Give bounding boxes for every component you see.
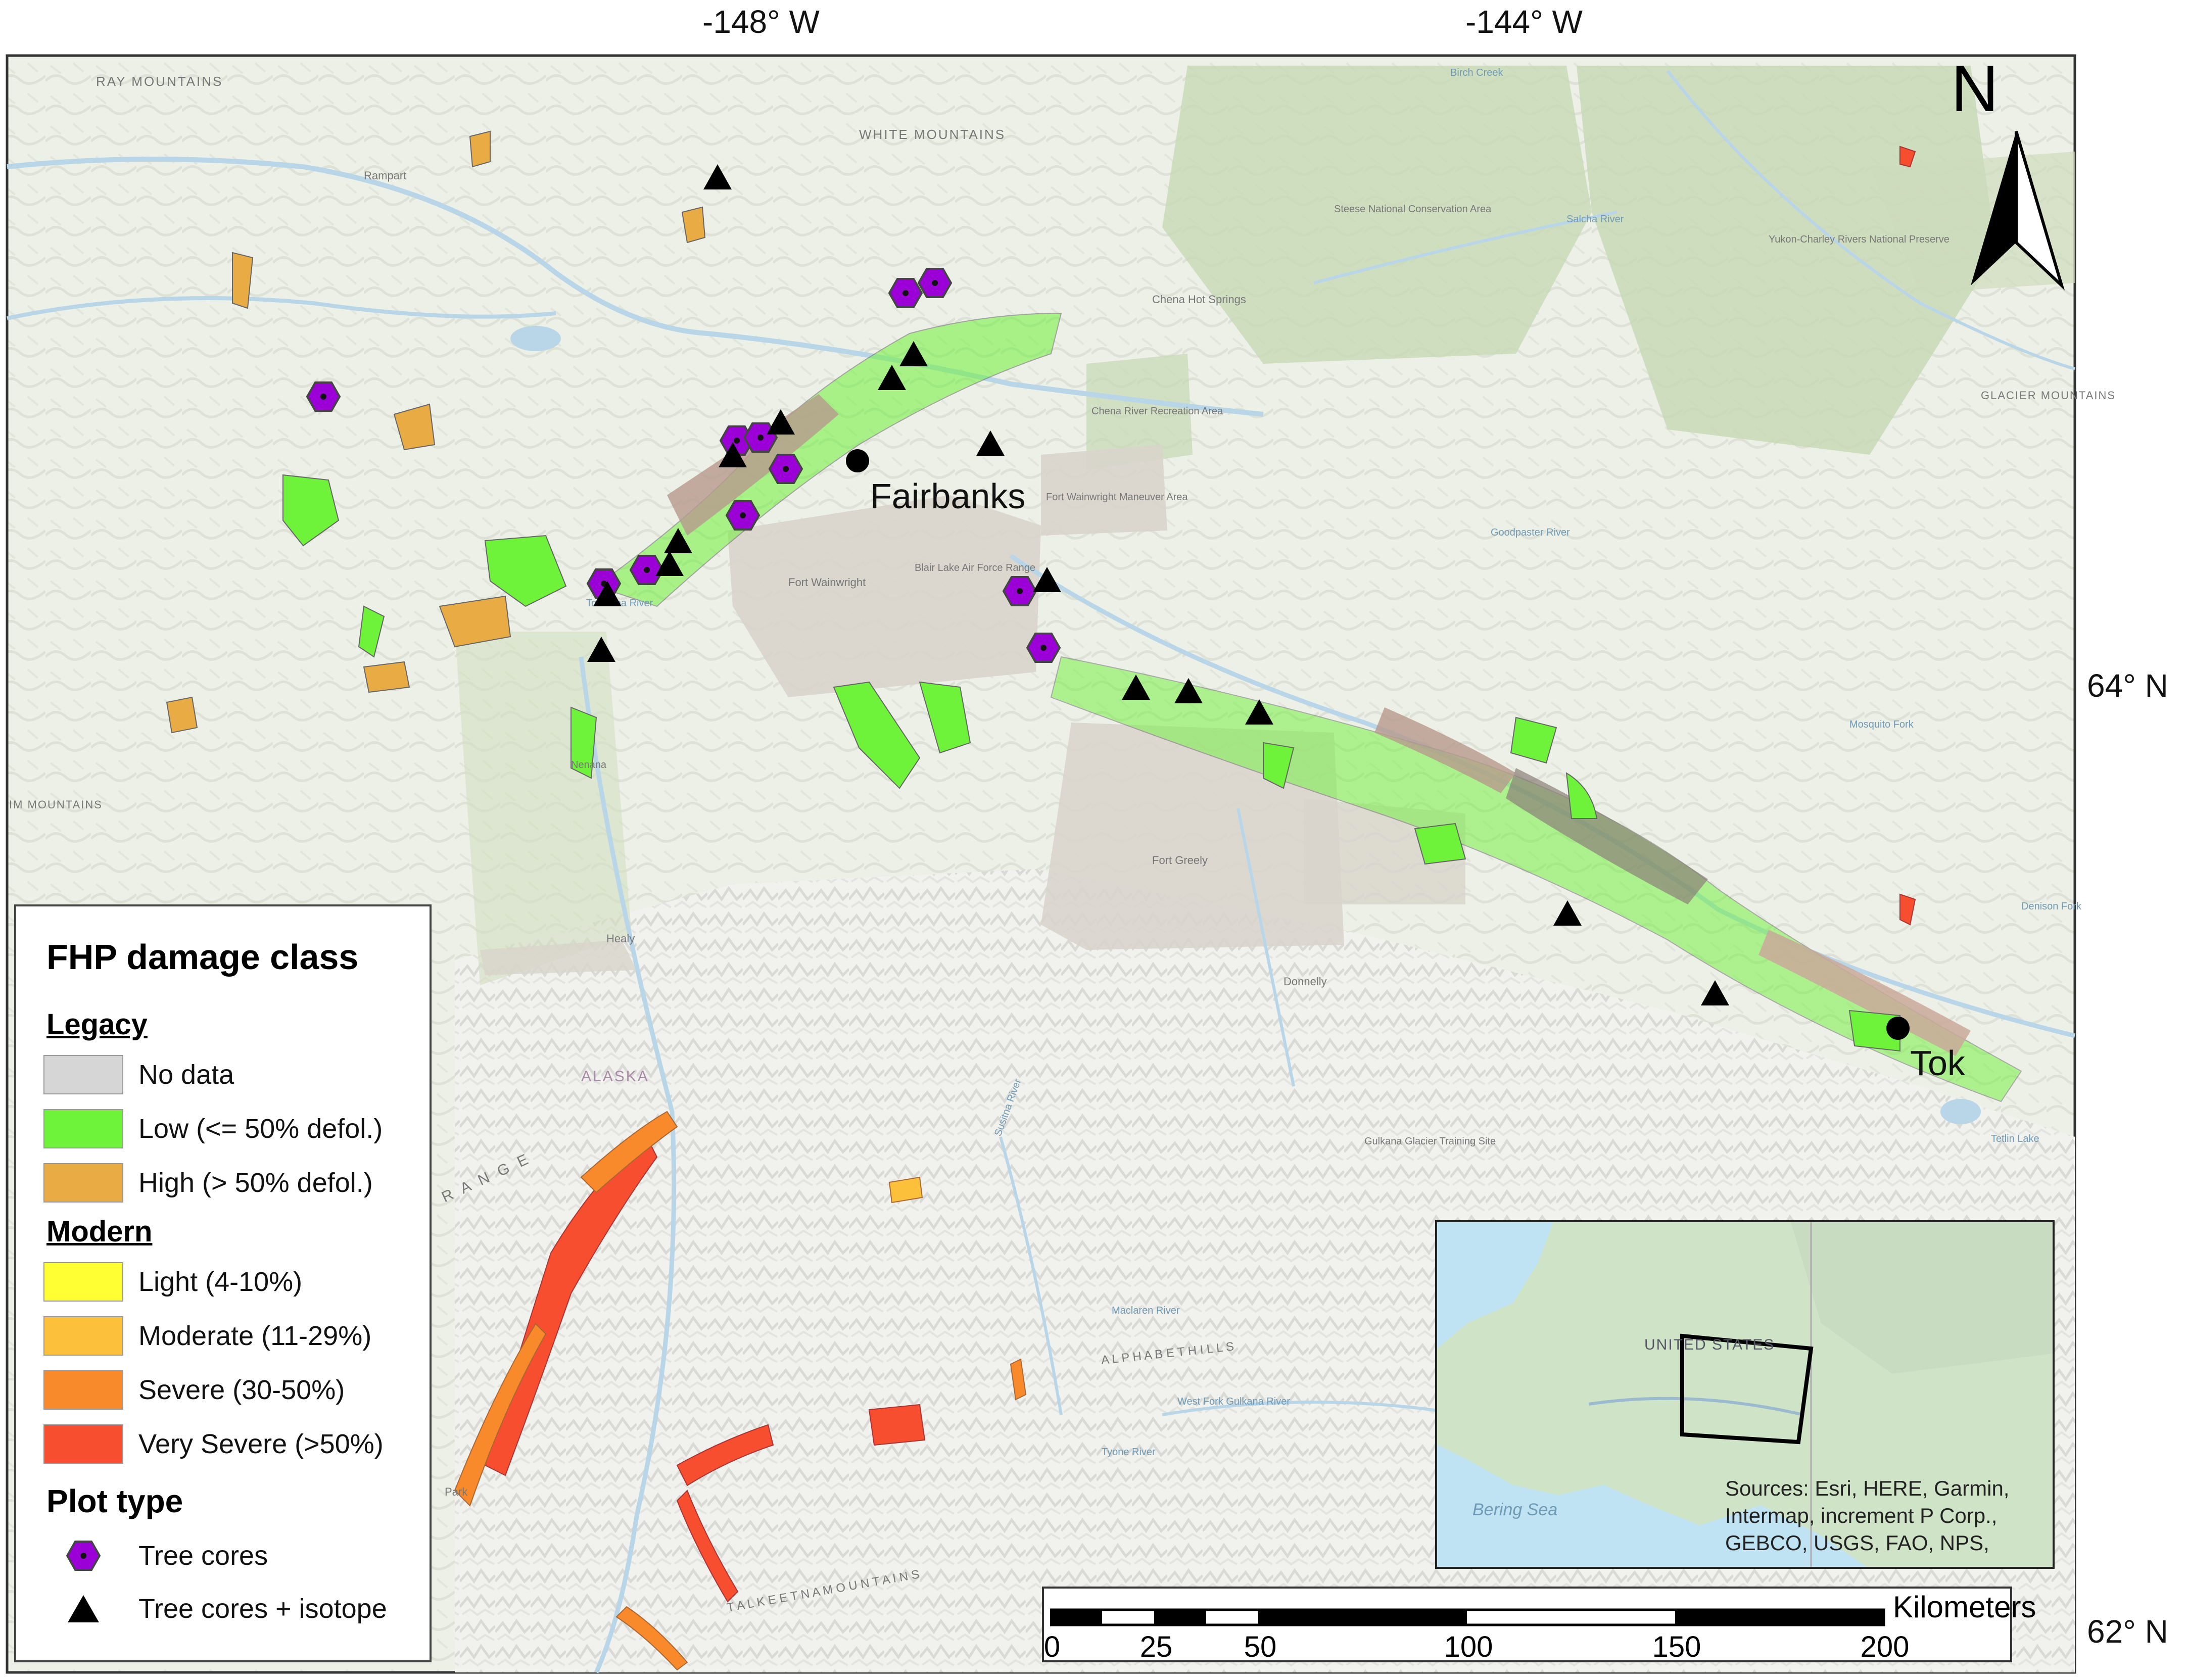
legend-label: Low (<= 50% defol.) xyxy=(138,1114,383,1144)
legend-label: Light (4-10%) xyxy=(138,1267,303,1297)
tok-dot xyxy=(1886,1017,1910,1040)
label-kim-mountains: IM MOUNTAINS xyxy=(9,798,103,811)
tree-core-marker xyxy=(629,555,664,585)
legend-swatch xyxy=(43,1163,123,1203)
label-park: Park xyxy=(445,1485,468,1498)
legend-item: No data xyxy=(43,1053,234,1096)
label-maclaren: Maclaren River xyxy=(1112,1305,1180,1316)
legend-item: Low (<= 50% defol.) xyxy=(43,1107,383,1150)
label-glacier-mountains: GLACIER MOUNTAINS xyxy=(1981,389,2116,402)
legend-label: High (> 50% defol.) xyxy=(138,1168,373,1198)
legend-legacy-header: Legacy xyxy=(46,1008,148,1041)
scale-tick: 50 xyxy=(1244,1630,1277,1663)
tree-core-marker xyxy=(306,381,341,412)
tree-core-marker xyxy=(768,454,803,484)
tok-label: Tok xyxy=(1910,1043,1966,1083)
inset-map: Bering Sea UNITED STATES Sources: Esri, … xyxy=(1435,1220,2055,1569)
legend-item: Tree cores + isotope xyxy=(43,1589,387,1629)
legend-label: Moderate (11-29%) xyxy=(138,1321,372,1351)
label-birch-creek: Birch Creek xyxy=(1450,67,1503,78)
fairbanks-dot xyxy=(846,449,869,472)
north-arrow-label: N xyxy=(1951,52,1999,125)
fairbanks-label: Fairbanks xyxy=(870,476,1025,516)
basemap-sources: Sources: Esri, HERE, Garmin, Intermap, i… xyxy=(1725,1476,2010,1555)
legend-swatch xyxy=(43,1424,123,1464)
scale-bar: Kilometers 0 25 50 100 150 200 xyxy=(1042,1587,2036,1663)
label-alaska: ALASKA xyxy=(581,1068,649,1085)
legend-swatch xyxy=(43,1370,123,1410)
legend-label: Severe (30-50%) xyxy=(138,1375,345,1405)
label-tetlin: Tetlin Lake xyxy=(1991,1133,2039,1144)
label-west-fork: West Fork Gulkana River xyxy=(1177,1396,1290,1407)
label-nenana: Nenana xyxy=(571,759,607,771)
legend-item: Severe (30-50%) xyxy=(43,1368,345,1412)
label-goodpaster: Goodpaster River xyxy=(1491,527,1570,538)
tree-core-marker xyxy=(1002,576,1037,606)
label-tyone: Tyone River xyxy=(1102,1447,1156,1458)
label-yukon-charley: Yukon-Charley Rivers National Preserve xyxy=(1769,234,1950,245)
label-fort-greely: Fort Greely xyxy=(1152,854,1208,867)
legend-label: Tree cores xyxy=(138,1541,268,1571)
scale-tick: 0 xyxy=(1043,1630,1061,1663)
scale-tick: 100 xyxy=(1444,1630,1493,1663)
black-triangle-icon xyxy=(43,1589,123,1629)
label-gulkana: Gulkana Glacier Training Site xyxy=(1364,1136,1496,1147)
purple-hexagon-icon xyxy=(43,1535,123,1576)
label-denison: Denison Fork xyxy=(2021,901,2082,912)
label-fort-wainwright: Fort Wainwright xyxy=(788,576,866,589)
scale-tick: 25 xyxy=(1139,1630,1173,1663)
tree-core-marker xyxy=(917,268,953,298)
label-rampart: Rampart xyxy=(364,169,406,182)
label-white-mountains: WHITE MOUNTAINS xyxy=(859,127,1006,142)
legend-label: Very Severe (>50%) xyxy=(138,1429,384,1459)
label-chena-river: Chena River Recreation Area xyxy=(1091,406,1223,417)
legend-plot-header: Plot type xyxy=(46,1483,183,1519)
legend-modern-header: Modern xyxy=(46,1215,153,1248)
legend-swatch xyxy=(43,1109,123,1148)
label-salcha: Salcha River xyxy=(1566,214,1624,225)
label-healy: Healy xyxy=(606,932,635,945)
legend-item: Moderate (11-29%) xyxy=(43,1314,371,1358)
tree-core-marker xyxy=(725,500,760,531)
label-donnelly: Donnelly xyxy=(1283,975,1327,988)
inset-country-label: UNITED STATES xyxy=(1644,1336,1775,1353)
label-ray-mountains: RAY MOUNTAINS xyxy=(96,74,223,89)
legend-label: No data xyxy=(138,1060,234,1090)
label-chena-hot-springs: Chena Hot Springs xyxy=(1152,293,1246,306)
tree-core-marker xyxy=(1026,633,1061,663)
legend-item: Tree cores xyxy=(43,1535,268,1576)
legend-item: Light (4-10%) xyxy=(43,1260,302,1304)
scale-unit: Kilometers xyxy=(1893,1590,2036,1624)
label-blair-lake: Blair Lake Air Force Range xyxy=(915,562,1035,573)
legend-title: FHP damage class xyxy=(46,937,359,977)
legend: FHP damage class Legacy No data Low (<= … xyxy=(14,904,432,1662)
tree-core-marker xyxy=(888,278,923,308)
legend-item: Very Severe (>50%) xyxy=(43,1422,384,1466)
legend-item: High (> 50% defol.) xyxy=(43,1161,373,1205)
label-steese: Steese National Conservation Area xyxy=(1334,204,1492,215)
scale-tick: 200 xyxy=(1860,1630,1910,1663)
legend-swatch xyxy=(43,1262,123,1302)
scale-tick: 150 xyxy=(1652,1630,1701,1663)
label-fort-wainwright-maneuver: Fort Wainwright Maneuver Area xyxy=(1046,492,1188,503)
inset-sea-label: Bering Sea xyxy=(1472,1500,1557,1519)
label-mosquito-fork: Mosquito Fork xyxy=(1849,719,1914,730)
legend-swatch xyxy=(43,1055,123,1094)
legend-label: Tree cores + isotope xyxy=(138,1594,387,1624)
legend-swatch xyxy=(43,1316,123,1356)
